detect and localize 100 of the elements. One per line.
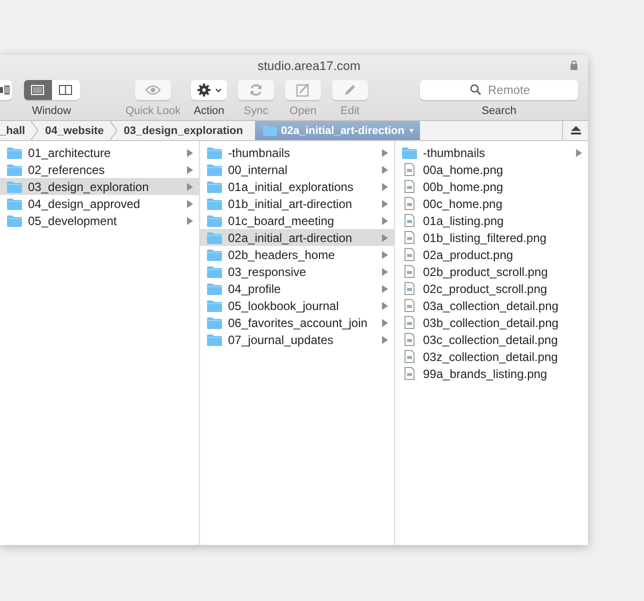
file-row[interactable]: 03a_collection_detail.png bbox=[395, 297, 588, 314]
folder-icon bbox=[207, 146, 222, 158]
eject-icon bbox=[570, 126, 580, 135]
folder-row[interactable]: -thumbnails bbox=[395, 144, 588, 161]
file-row[interactable]: 01a_listing.png bbox=[395, 212, 588, 229]
expand-arrow-icon bbox=[382, 268, 388, 276]
window-icon bbox=[31, 85, 44, 95]
expand-arrow-icon bbox=[382, 284, 388, 292]
folder-row[interactable]: 02a_initial_art-direction bbox=[200, 229, 394, 246]
folder-row[interactable]: 05_lookbook_journal bbox=[200, 297, 394, 314]
caret-icon bbox=[214, 88, 222, 92]
folder-icon bbox=[207, 198, 222, 210]
image-file-icon bbox=[402, 197, 417, 210]
folder-row[interactable]: 05_development bbox=[0, 212, 199, 229]
image-file-icon bbox=[402, 316, 417, 329]
folder-row[interactable]: 02b_headers_home bbox=[200, 246, 394, 263]
expand-arrow-icon bbox=[382, 200, 388, 208]
file-row[interactable]: 03b_collection_detail.png bbox=[395, 314, 588, 331]
toolbar-label: Sync bbox=[244, 105, 268, 117]
window-label: Window bbox=[32, 105, 72, 117]
folder-row[interactable]: 01b_initial_art-direction bbox=[200, 195, 394, 212]
expand-arrow-icon bbox=[382, 302, 388, 310]
folder-icon bbox=[7, 180, 22, 192]
expand-arrow-icon bbox=[576, 148, 582, 156]
lock-icon bbox=[570, 60, 578, 70]
expand-arrow-icon bbox=[382, 148, 388, 156]
expand-arrow-icon bbox=[187, 148, 193, 156]
expand-arrow-icon bbox=[187, 182, 193, 190]
window-title: studio.area17.com bbox=[258, 59, 360, 73]
image-file-icon bbox=[402, 214, 417, 227]
expand-arrow-icon bbox=[382, 166, 388, 174]
file-row[interactable]: 02a_product.png bbox=[395, 246, 588, 263]
image-file-icon bbox=[402, 180, 417, 193]
folder-icon bbox=[207, 248, 222, 260]
folder-icon bbox=[207, 266, 222, 278]
file-row[interactable]: 00c_home.png bbox=[395, 195, 588, 212]
folder-row[interactable]: 01a_initial_explorations bbox=[200, 178, 394, 195]
image-file-icon bbox=[402, 350, 417, 363]
image-file-icon bbox=[402, 163, 417, 176]
eye-icon bbox=[145, 85, 161, 95]
folder-row[interactable]: -thumbnails bbox=[200, 144, 394, 161]
folder-icon bbox=[207, 232, 222, 244]
folder-row[interactable]: 00_internal bbox=[200, 161, 394, 178]
image-file-icon bbox=[402, 282, 417, 295]
sync-icon bbox=[249, 83, 263, 97]
expand-arrow-icon bbox=[187, 166, 193, 174]
folder-row[interactable]: 04_profile bbox=[200, 280, 394, 297]
folder-row[interactable]: 06_favorites_account_join bbox=[200, 314, 394, 331]
expand-arrow-icon bbox=[382, 216, 388, 224]
path-segment[interactable]: 04_website bbox=[39, 121, 110, 140]
search-field[interactable]: Remote bbox=[420, 80, 578, 100]
file-row[interactable]: 01b_listing_filtered.png bbox=[395, 229, 588, 246]
file-row[interactable]: 99a_brands_listing.png bbox=[395, 365, 588, 382]
path-segment[interactable]: _hall bbox=[0, 121, 32, 140]
folder-row[interactable]: 03_design_exploration bbox=[0, 178, 199, 195]
image-file-icon bbox=[402, 248, 417, 261]
image-file-icon bbox=[402, 333, 417, 346]
expand-arrow-icon bbox=[382, 182, 388, 190]
folder-icon bbox=[207, 214, 222, 226]
open-icon bbox=[296, 83, 310, 97]
caret-icon bbox=[408, 128, 414, 132]
toolbar-label: Quick Look bbox=[125, 105, 181, 117]
folder-row[interactable]: 02_references bbox=[0, 161, 199, 178]
folder-icon bbox=[7, 214, 22, 226]
folder-icon bbox=[263, 125, 277, 136]
single-pane-button[interactable] bbox=[24, 80, 52, 100]
folder-row[interactable]: 01_architecture bbox=[0, 144, 199, 161]
file-row[interactable]: 02b_product_scroll.png bbox=[395, 263, 588, 280]
toolbar-label: Edit bbox=[340, 105, 360, 117]
folder-row[interactable]: 04_design_approved bbox=[0, 195, 199, 212]
folder-icon bbox=[7, 164, 22, 176]
folder-icon bbox=[7, 198, 22, 210]
toolbar-label: Open bbox=[290, 105, 316, 117]
expand-arrow-icon bbox=[382, 234, 388, 242]
view-button[interactable] bbox=[0, 80, 12, 100]
search-icon bbox=[470, 84, 481, 95]
gear-icon bbox=[196, 83, 210, 97]
file-row[interactable]: 02c_product_scroll.png bbox=[395, 280, 588, 297]
folder-icon bbox=[207, 334, 222, 346]
pencil-icon bbox=[343, 83, 357, 97]
toolbar-label: Action bbox=[194, 105, 224, 117]
folder-row[interactable]: 03_responsive bbox=[200, 263, 394, 280]
folder-icon bbox=[7, 146, 22, 158]
folder-icon bbox=[207, 300, 222, 312]
gear-button[interactable] bbox=[191, 80, 227, 100]
split-pane-button[interactable] bbox=[52, 80, 80, 100]
expand-arrow-icon bbox=[187, 200, 193, 208]
file-row[interactable]: 03z_collection_detail.png bbox=[395, 348, 588, 365]
image-file-icon bbox=[402, 265, 417, 278]
window-icon bbox=[59, 85, 72, 95]
file-row[interactable]: 00a_home.png bbox=[395, 161, 588, 178]
folder-row[interactable]: 07_journal_updates bbox=[200, 331, 394, 348]
expand-arrow-icon bbox=[187, 216, 193, 224]
folder-row[interactable]: 01c_board_meeting bbox=[200, 212, 394, 229]
file-row[interactable]: 03c_collection_detail.png bbox=[395, 331, 588, 348]
expand-arrow-icon bbox=[382, 336, 388, 344]
path-segment[interactable]: 03_design_exploration bbox=[118, 121, 249, 140]
file-row[interactable]: 00b_home.png bbox=[395, 178, 588, 195]
expand-arrow-icon bbox=[382, 250, 388, 258]
expand-arrow-icon bbox=[382, 318, 388, 326]
